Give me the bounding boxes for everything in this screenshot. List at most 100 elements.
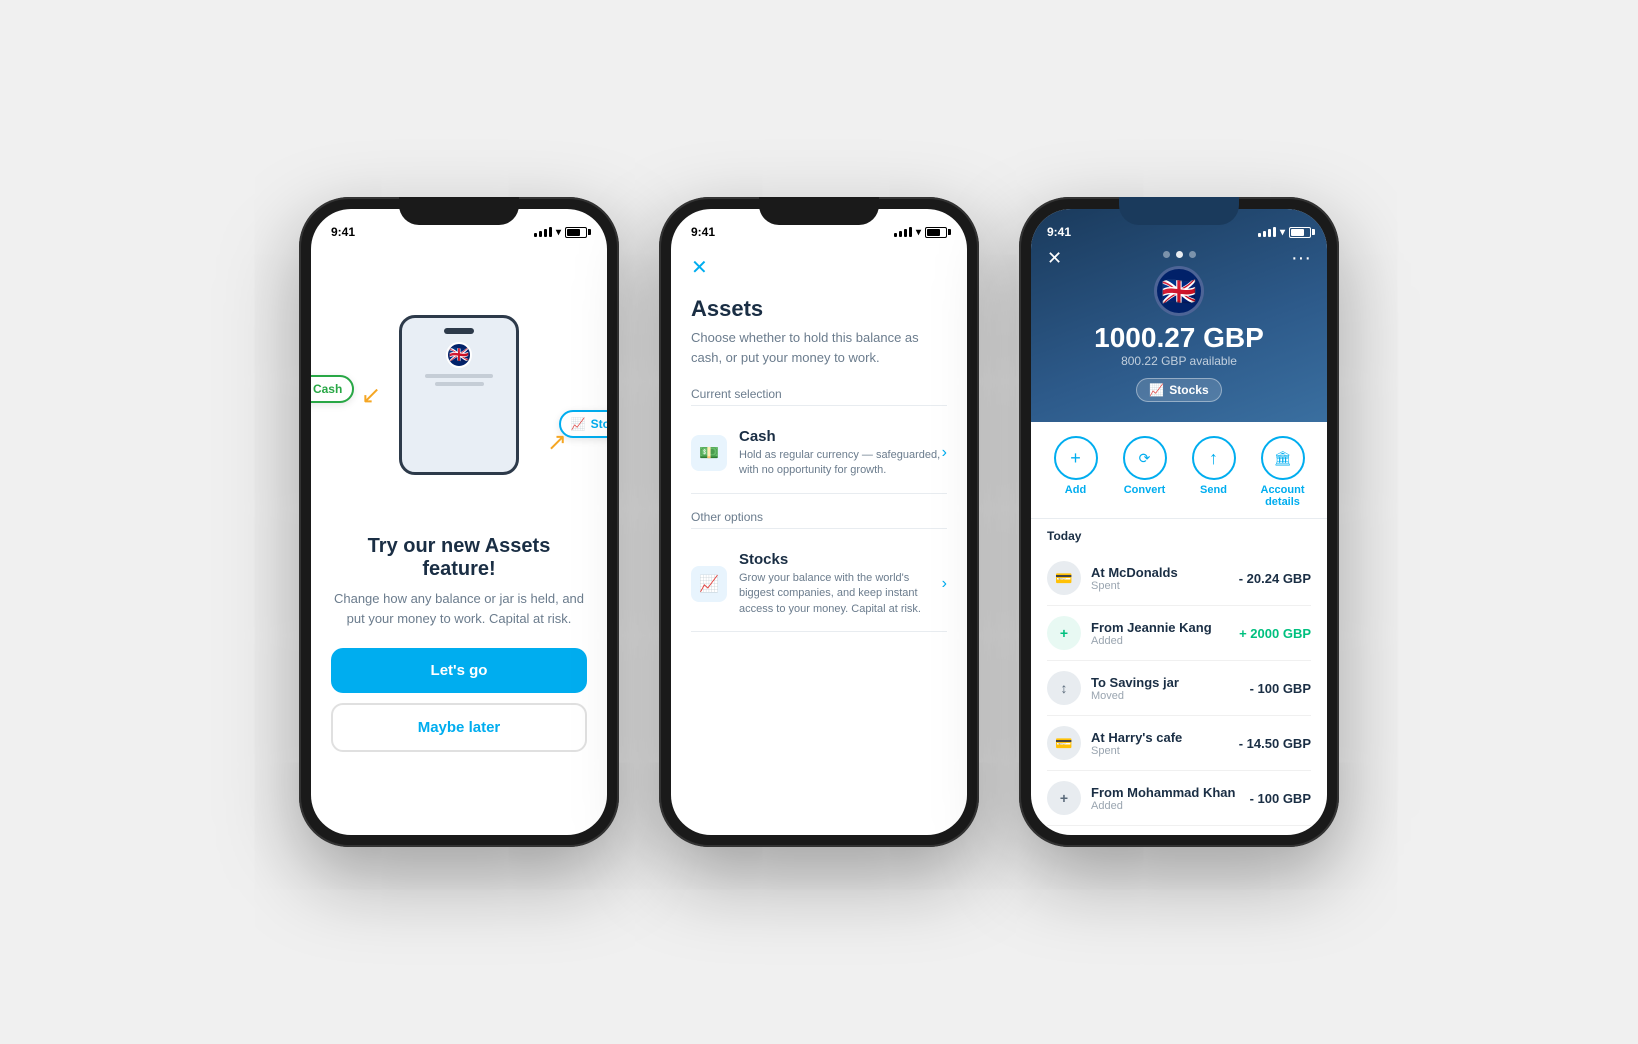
stocks-option-title: Stocks [739,551,942,568]
phone1-signal [534,227,552,237]
transaction-text: From Mohammad Khan Added [1091,785,1250,812]
transaction-sub: Added [1091,800,1250,812]
signal-bar-3 [544,229,547,237]
assets-close-button[interactable]: ✕ [691,255,708,280]
cash-option-desc: Hold as regular currency — safeguarded, … [739,448,942,479]
transaction-row[interactable]: + From Mohammad Khan Added - 100 GBP [1047,771,1311,826]
transaction-name: From Mohammad Khan [1091,785,1250,800]
signal-bar-3 [904,229,907,237]
phone3-battery-fill [1291,229,1304,236]
transaction-name: From Jeannie Kang [1091,620,1239,635]
arrow-curve-1: ↙ [361,381,381,410]
transaction-sub: Added [1091,635,1239,647]
header-nav: ✕ ··· [1047,247,1311,270]
transaction-amount: - 14.50 GBP [1239,736,1311,751]
transaction-text: From Jeannie Kang Added [1091,620,1239,647]
cash-option-chevron: › [942,444,947,462]
transaction-amount: - 100 GBP [1250,681,1311,696]
transaction-row[interactable]: ↕ To Savings jar Moved - 100 GBP [1047,661,1311,716]
phones-container: 9:41 ▾ 🇬🇧 [299,197,1339,847]
cash-option-card[interactable]: 💵 Cash Hold as regular currency — safegu… [691,414,947,494]
more-options-button[interactable]: ··· [1291,247,1311,270]
transaction-text: At Harry's cafe Spent [1091,730,1239,757]
phone3-screen: 9:41 ▾ [1031,209,1327,835]
phone1-battery-icon [565,227,587,238]
gbp-flag: 🇬🇧 [1154,266,1204,316]
stocks-option-icon: 📈 [691,566,727,602]
mini-flag: 🇬🇧 [446,342,472,368]
phone2-signal [894,227,912,237]
phone3-header: 9:41 ▾ [1031,209,1327,422]
phone2-battery-fill [927,229,940,236]
phone1-wifi-icon: ▾ [556,227,561,238]
send-action-button[interactable]: ↑ Send [1192,436,1236,508]
transaction-amount: + 2000 GBP [1239,626,1311,641]
stocks-pill-label: Stocks [1169,383,1208,397]
convert-action-button[interactable]: ⟳ Convert [1123,436,1167,508]
signal-bar-2 [1263,231,1266,237]
convert-circle-icon: ⟳ [1123,436,1167,480]
signal-bar-2 [539,231,542,237]
mini-notch [444,328,474,334]
signal-bar-1 [1258,233,1261,237]
transaction-text: To Savings jar Moved [1091,675,1250,702]
assets-title: Assets [691,296,947,322]
signal-bar-1 [534,233,537,237]
transaction-row[interactable]: + From Jeannie Kang Added + 2000 GBP [1047,606,1311,661]
transaction-sub: Moved [1091,690,1250,702]
stocks-option-text: Stocks Grow your balance with the world'… [739,551,942,617]
transaction-icon: + [1047,616,1081,650]
phone3-signal [1258,227,1276,237]
phone2-wifi-icon: ▾ [916,227,921,238]
signal-bar-4 [549,227,552,237]
account-close-button[interactable]: ✕ [1047,248,1062,269]
other-options-label: Other options [691,510,947,529]
transaction-sub: Spent [1091,745,1239,757]
convert-action-label: Convert [1124,484,1166,496]
phone3-wifi-icon: ▾ [1280,227,1285,238]
cash-label: Cash [313,382,342,396]
stocks-pill-icon: 📈 [1149,383,1164,397]
phone2-status-icons: ▾ [894,227,947,238]
stocks-label: Stocks [591,417,607,431]
phone1-status-icons: ▾ [534,227,587,238]
transaction-icon: 💳 [1047,726,1081,760]
transaction-sub: Spent [1091,580,1239,592]
account-amount: 1000.27 GBP [1047,322,1311,354]
add-circle-icon: + [1054,436,1098,480]
account-details-icon: 🏛 [1261,436,1305,480]
transaction-row[interactable]: 💳 At Harry's cafe Spent - 14.50 GBP [1047,716,1311,771]
send-circle-icon: ↑ [1192,436,1236,480]
signal-bar-1 [894,233,897,237]
current-selection-label: Current selection [691,387,947,406]
lets-go-button[interactable]: Let's go [331,648,587,693]
stocks-pill[interactable]: 📈 Stocks [1136,378,1221,402]
phone3-time: 9:41 [1047,225,1071,239]
transaction-amount: - 20.24 GBP [1239,571,1311,586]
cash-badge: 💵 Cash [311,375,354,403]
phone1-title: Try our new Assets feature! [331,535,587,581]
send-action-label: Send [1200,484,1227,496]
signal-bar-3 [1268,229,1271,237]
transaction-name: At McDonalds [1091,565,1239,580]
transaction-icon: ↕ [1047,671,1081,705]
cash-option-icon: 💵 [691,435,727,471]
maybe-later-button[interactable]: Maybe later [331,703,587,752]
phone3-notch [1119,197,1239,225]
add-action-label: Add [1065,484,1086,496]
transaction-icon: + [1047,781,1081,815]
phone2-screen: 9:41 ▾ ✕ Assets C [671,209,967,835]
phone-mini-illustration: 🇬🇧 [399,315,519,475]
transaction-row[interactable]: 💳 At McDonalds Spent - 20.24 GBP [1047,551,1311,606]
phone2-battery-icon [925,227,947,238]
phone3-battery-icon [1289,227,1311,238]
transactions-list: Today 💳 At McDonalds Spent - 20.24 GBP +… [1031,519,1327,835]
phone2-notch [759,197,879,225]
add-action-button[interactable]: + Add [1054,436,1098,508]
assets-subtitle: Choose whether to hold this balance as c… [691,328,947,367]
signal-bar-4 [909,227,912,237]
account-details-button[interactable]: 🏛 Account details [1261,436,1305,508]
stocks-option-card[interactable]: 📈 Stocks Grow your balance with the worl… [691,537,947,632]
transaction-name: At Harry's cafe [1091,730,1239,745]
cash-option-text: Cash Hold as regular currency — safeguar… [739,428,942,479]
